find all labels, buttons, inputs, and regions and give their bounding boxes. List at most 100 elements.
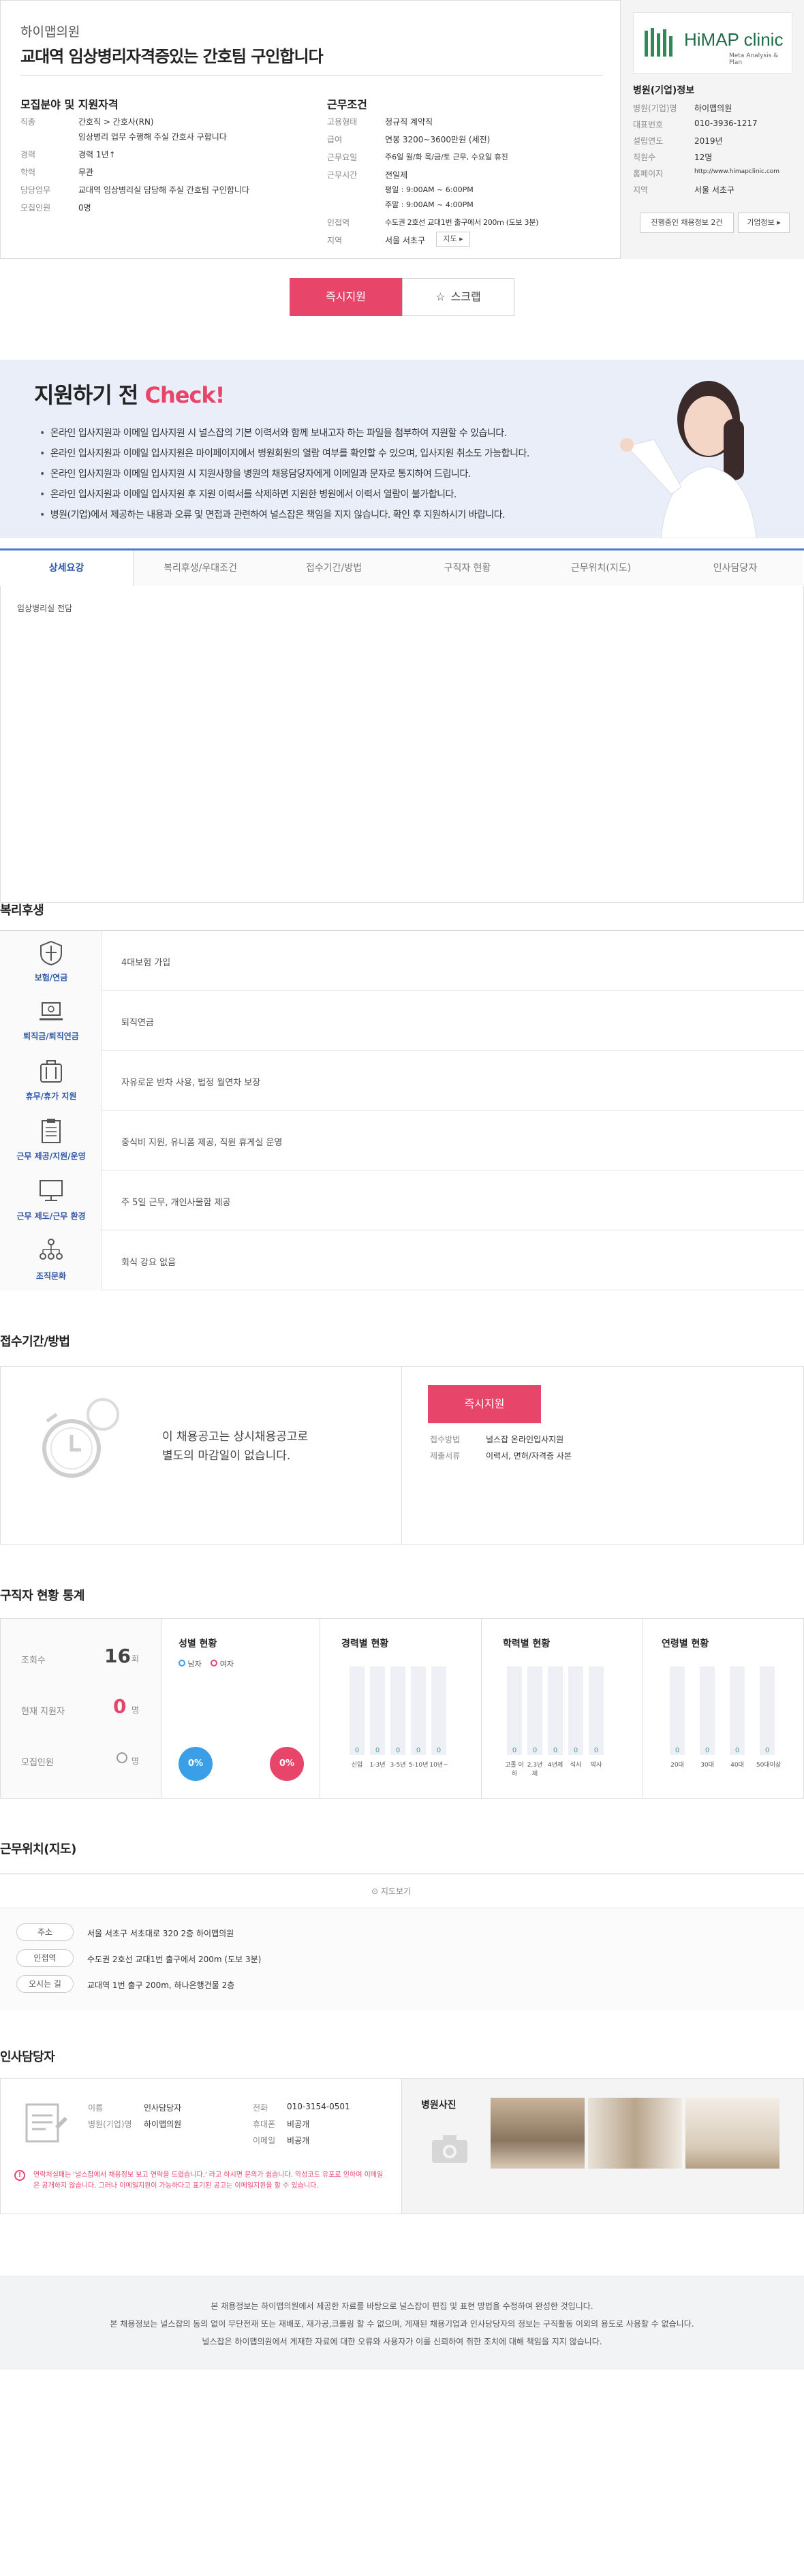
work-value: 연봉 3200~3600만원 (세전) bbox=[385, 135, 491, 144]
docs-value: 이력서, 면허/자격증 사본 bbox=[486, 1451, 572, 1461]
company-sidebar: HiMAP clinic Meta Analysis & Plan 병원(기업)… bbox=[620, 0, 804, 259]
luggage-icon bbox=[40, 1060, 62, 1083]
edu-value: 0 bbox=[532, 1747, 538, 1754]
info-value: 하이맵의원 bbox=[694, 104, 732, 113]
hr-warning: 연락처실패는 '널스잡에서 채용정보 보고 연락을 드렸습니다.' 라고 하시면… bbox=[33, 2171, 384, 2190]
views-label: 조회수 bbox=[21, 1656, 46, 1666]
welfare-title: 복리후생 bbox=[0, 903, 44, 918]
check-item: 온라인 입사지원과 이메일 입사지원 시 널스잡의 기본 이력서와 함께 보내고… bbox=[40, 426, 598, 439]
age-label: 30대 bbox=[700, 1762, 714, 1769]
detail-content: 임상병리실 전담 bbox=[0, 586, 804, 903]
edu-label: 석사 bbox=[570, 1762, 582, 1769]
detail-text: 임상병리실 전담 bbox=[17, 604, 73, 613]
career-label: 5-10년 bbox=[408, 1762, 429, 1769]
age-value: 0 bbox=[735, 1747, 740, 1754]
scrap-label: 스크랩 bbox=[450, 290, 481, 303]
welfare-row: 근무 제공/지원/운영 중식비 지원, 유니폼 제공, 직원 휴게실 운영 bbox=[0, 1111, 804, 1170]
career-label: 10년~ bbox=[429, 1762, 448, 1769]
hospital-photo[interactable] bbox=[685, 2098, 779, 2169]
work-heading: 근무조건 bbox=[327, 98, 367, 111]
male-legend-label: 남자 bbox=[187, 1660, 202, 1669]
info-value: 010-3936-1217 bbox=[694, 119, 758, 128]
hospital-photo[interactable] bbox=[491, 2098, 585, 2169]
male-legend-icon bbox=[179, 1660, 185, 1666]
tab-period[interactable]: 접수기간/방법 bbox=[267, 550, 401, 586]
work-label: 고용형태 bbox=[327, 117, 358, 127]
recruit-label: 담당업무 bbox=[20, 185, 51, 195]
company-info-button[interactable]: 기업정보 ▸ bbox=[738, 213, 790, 233]
female-legend-label: 여자 bbox=[219, 1660, 234, 1669]
nurse-illustration bbox=[620, 381, 757, 538]
work-label: 지역 bbox=[327, 236, 343, 245]
welfare-table: 보험/연금 4대보험 가입 퇴직금/퇴직연금 퇴직연금 휴무/휴가 지원 자유로… bbox=[0, 930, 804, 1291]
recruit-value: 무관 bbox=[78, 168, 94, 177]
edu-label: 박사 bbox=[590, 1762, 602, 1769]
photos-title: 병원사진 bbox=[421, 2100, 457, 2111]
stats-box: 조회수 16 회 현재 지원자 0 명 모집인원 0 명 성별 현황 남자 여자… bbox=[0, 1618, 804, 1799]
welfare-name: 근무 제도/근무 환경 bbox=[16, 1211, 86, 1221]
hr-box: 이름 인사담당자 병원(기업)명 하이맵의원 전화 010-3154-0501 … bbox=[0, 2078, 804, 2214]
career-label: 3-5년 bbox=[390, 1762, 406, 1769]
check-title: 지원하기 전 Check! bbox=[34, 378, 225, 409]
welfare-icon-cell: 근무 제도/근무 환경 bbox=[0, 1170, 102, 1230]
directions-label: 오시는 길 bbox=[16, 1975, 74, 1993]
ongoing-jobs-button[interactable]: 진행중인 채용정보 2건 bbox=[640, 213, 734, 233]
work-value: 서울 서초구 bbox=[385, 236, 426, 245]
info-label: 직원수 bbox=[633, 153, 656, 162]
homepage-link[interactable]: http://www.himapclinic.com bbox=[694, 168, 779, 175]
recruit-value: 교대역 임상병리실 담당해 주실 간호팀 구인합니다 bbox=[78, 185, 249, 195]
footer-line-2: 본 채용정보는 널스잡의 동의 없이 무단전재 또는 재배포, 재가공,크롤링 … bbox=[110, 2319, 694, 2329]
tab-welfare[interactable]: 복리후생/우대조건 bbox=[134, 550, 267, 586]
map-button[interactable]: 지도 ▸ bbox=[436, 232, 470, 247]
check-list: 온라인 입사지원과 이메일 입사지원 시 널스잡의 기본 이력서와 함께 보내고… bbox=[40, 426, 598, 521]
hr-name-label: 이름 bbox=[88, 2103, 104, 2113]
views-unit: 회 bbox=[132, 1654, 140, 1664]
period-divider bbox=[401, 1367, 402, 1544]
work-value: 정규직 계약직 bbox=[385, 117, 433, 127]
welfare-name: 조직문화 bbox=[35, 1271, 67, 1281]
recruits-unit: 명 bbox=[132, 1756, 140, 1766]
sidebar-heading: 병원(기업)정보 bbox=[633, 85, 695, 96]
photos-panel: 병원사진 bbox=[401, 2079, 803, 2214]
map-view-bar[interactable]: ⊙ 지도보기 bbox=[0, 1874, 804, 1908]
company-name: 하이맵의원 bbox=[20, 25, 80, 40]
camera-icon bbox=[432, 2135, 467, 2163]
map-view-button[interactable]: ⊙ 지도보기 bbox=[371, 1885, 411, 1897]
edu-bar bbox=[568, 1666, 583, 1755]
apply-button-2[interactable]: 즉시지원 bbox=[428, 1385, 541, 1423]
apply-button[interactable]: 즉시지원 bbox=[290, 278, 402, 316]
edu-value: 0 bbox=[593, 1747, 599, 1754]
tab-applicants[interactable]: 구직자 현황 bbox=[401, 550, 534, 586]
gender-title: 성별 현황 bbox=[179, 1639, 217, 1649]
welfare-row: 보험/연금 4대보험 가입 bbox=[0, 931, 804, 991]
edu-label: 고졸 이하 bbox=[505, 1762, 524, 1778]
laptop-icon bbox=[40, 1002, 63, 1021]
method-label: 접수방법 bbox=[430, 1435, 461, 1444]
scrap-button[interactable]: ☆ 스크랩 bbox=[402, 278, 514, 316]
hr-phone[interactable]: 010-3154-0501 bbox=[287, 2102, 350, 2111]
career-label: 1-3년 bbox=[369, 1762, 386, 1769]
map-section: ⊙ 지도보기 주소 서울 서초구 서초대로 320 2층 하이맵의원 인접역 수… bbox=[0, 1874, 804, 2010]
tab-location[interactable]: 근무위치(지도) bbox=[534, 550, 668, 586]
hospital-photo[interactable] bbox=[588, 2098, 682, 2169]
welfare-name: 휴무/휴가 지원 bbox=[25, 1091, 77, 1101]
period-title: 접수기간/방법 bbox=[0, 1335, 70, 1349]
age-bar bbox=[670, 1666, 685, 1755]
tab-details[interactable]: 상세요강 bbox=[0, 550, 134, 586]
stats-summary: 조회수 16 회 현재 지원자 0 명 모집인원 0 명 bbox=[1, 1619, 161, 1798]
footer-line-3: 널스잡은 하이맵의원에서 게재한 자료에 대한 오류와 사용자가 이를 신뢰하여… bbox=[202, 2337, 602, 2346]
info-label: 홈페이지 bbox=[633, 169, 664, 179]
female-percent: 0% bbox=[270, 1747, 304, 1781]
tab-hr[interactable]: 인사담당자 bbox=[668, 550, 803, 586]
edu-bar bbox=[507, 1666, 522, 1755]
address-value: 서울 서초구 서초대로 320 2층 하이맵의원 bbox=[87, 1929, 234, 1938]
method-value: 널스잡 온라인입사지원 bbox=[486, 1435, 564, 1444]
recruit-label: 모집인원 bbox=[20, 203, 51, 213]
contact-card-icon bbox=[25, 2103, 67, 2143]
gender-legend: 남자 여자 bbox=[179, 1658, 234, 1669]
recruit-label: 학력 bbox=[20, 168, 36, 177]
station-label: 인접역 bbox=[16, 1949, 74, 1967]
recruits-count: 0 bbox=[117, 1752, 127, 1763]
recruit-value: 임상병리 업무 수행해 주실 간호사 구합니다 bbox=[78, 132, 227, 142]
recruit-value: 경력 1년↑ bbox=[78, 150, 116, 159]
